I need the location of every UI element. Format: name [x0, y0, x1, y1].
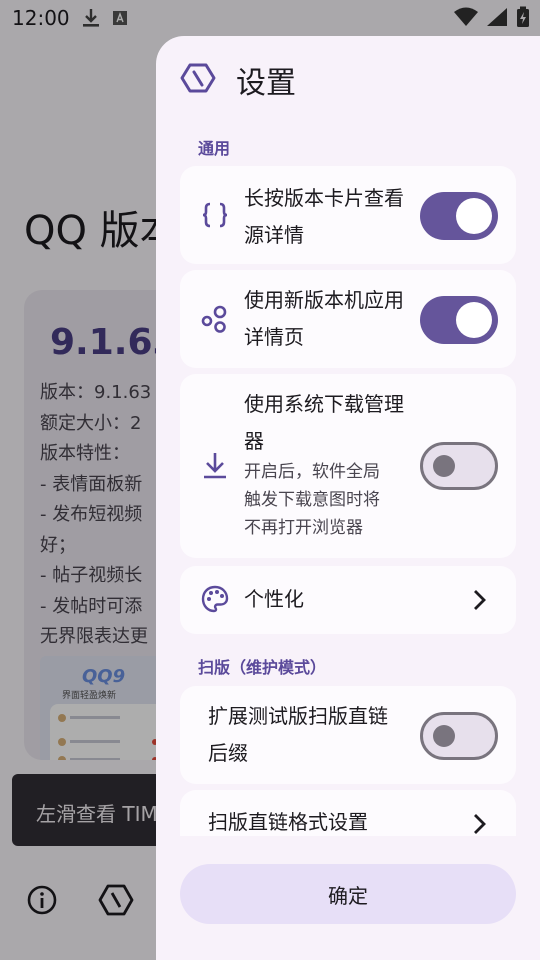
setting-long-press-source[interactable]: 长按版本卡片查看 源详情: [180, 166, 516, 264]
settings-drawer: 设置 通用 长按版本卡片查看 源详情 使用新版本机应用 详情页 使用系统下载管理…: [156, 36, 540, 960]
download-icon: [204, 453, 226, 479]
toggle-switch-off[interactable]: [420, 712, 498, 760]
setting-title: 使用新版本机应用 详情页: [244, 288, 404, 349]
confirm-button[interactable]: 确定: [180, 864, 516, 924]
setting-title: 扩展测试版扫版直链 后缀: [208, 704, 388, 765]
setting-title: 个性化: [244, 587, 304, 611]
setting-description: 开启后，软件全局 触发下载意图时将 不再打开浏览器: [244, 462, 380, 538]
setting-new-detail-page[interactable]: 使用新版本机应用 详情页: [180, 270, 516, 368]
section-label-general: 通用: [198, 139, 231, 158]
toggle-switch-on[interactable]: [420, 192, 498, 240]
confirm-button-label: 确定: [328, 884, 368, 908]
setting-personalization[interactable]: 个性化: [180, 566, 516, 634]
toggle-switch-off[interactable]: [420, 442, 498, 490]
setting-system-download-manager[interactable]: 使用系统下载管理 器 开启后，软件全局 触发下载意图时将 不再打开浏览器: [180, 374, 516, 558]
drawer-title: 设置: [236, 66, 296, 101]
section-label-scan: 扫版（维护模式）: [198, 658, 327, 677]
palette-icon: [201, 585, 229, 613]
toggle-switch-on[interactable]: [420, 296, 498, 344]
chevron-right-icon: [474, 814, 486, 834]
setting-extend-beta-scan-suffix[interactable]: 扩展测试版扫版直链 后缀: [180, 686, 516, 784]
setting-title: 长按版本卡片查看 源详情: [244, 186, 404, 247]
drawer-header: [180, 56, 216, 100]
setting-title: 使用系统下载管理 器: [244, 392, 404, 453]
app-logo-icon: [180, 63, 216, 93]
bubbles-icon: [201, 305, 227, 333]
chevron-right-icon: [474, 590, 486, 610]
code-braces-icon: [202, 202, 228, 228]
